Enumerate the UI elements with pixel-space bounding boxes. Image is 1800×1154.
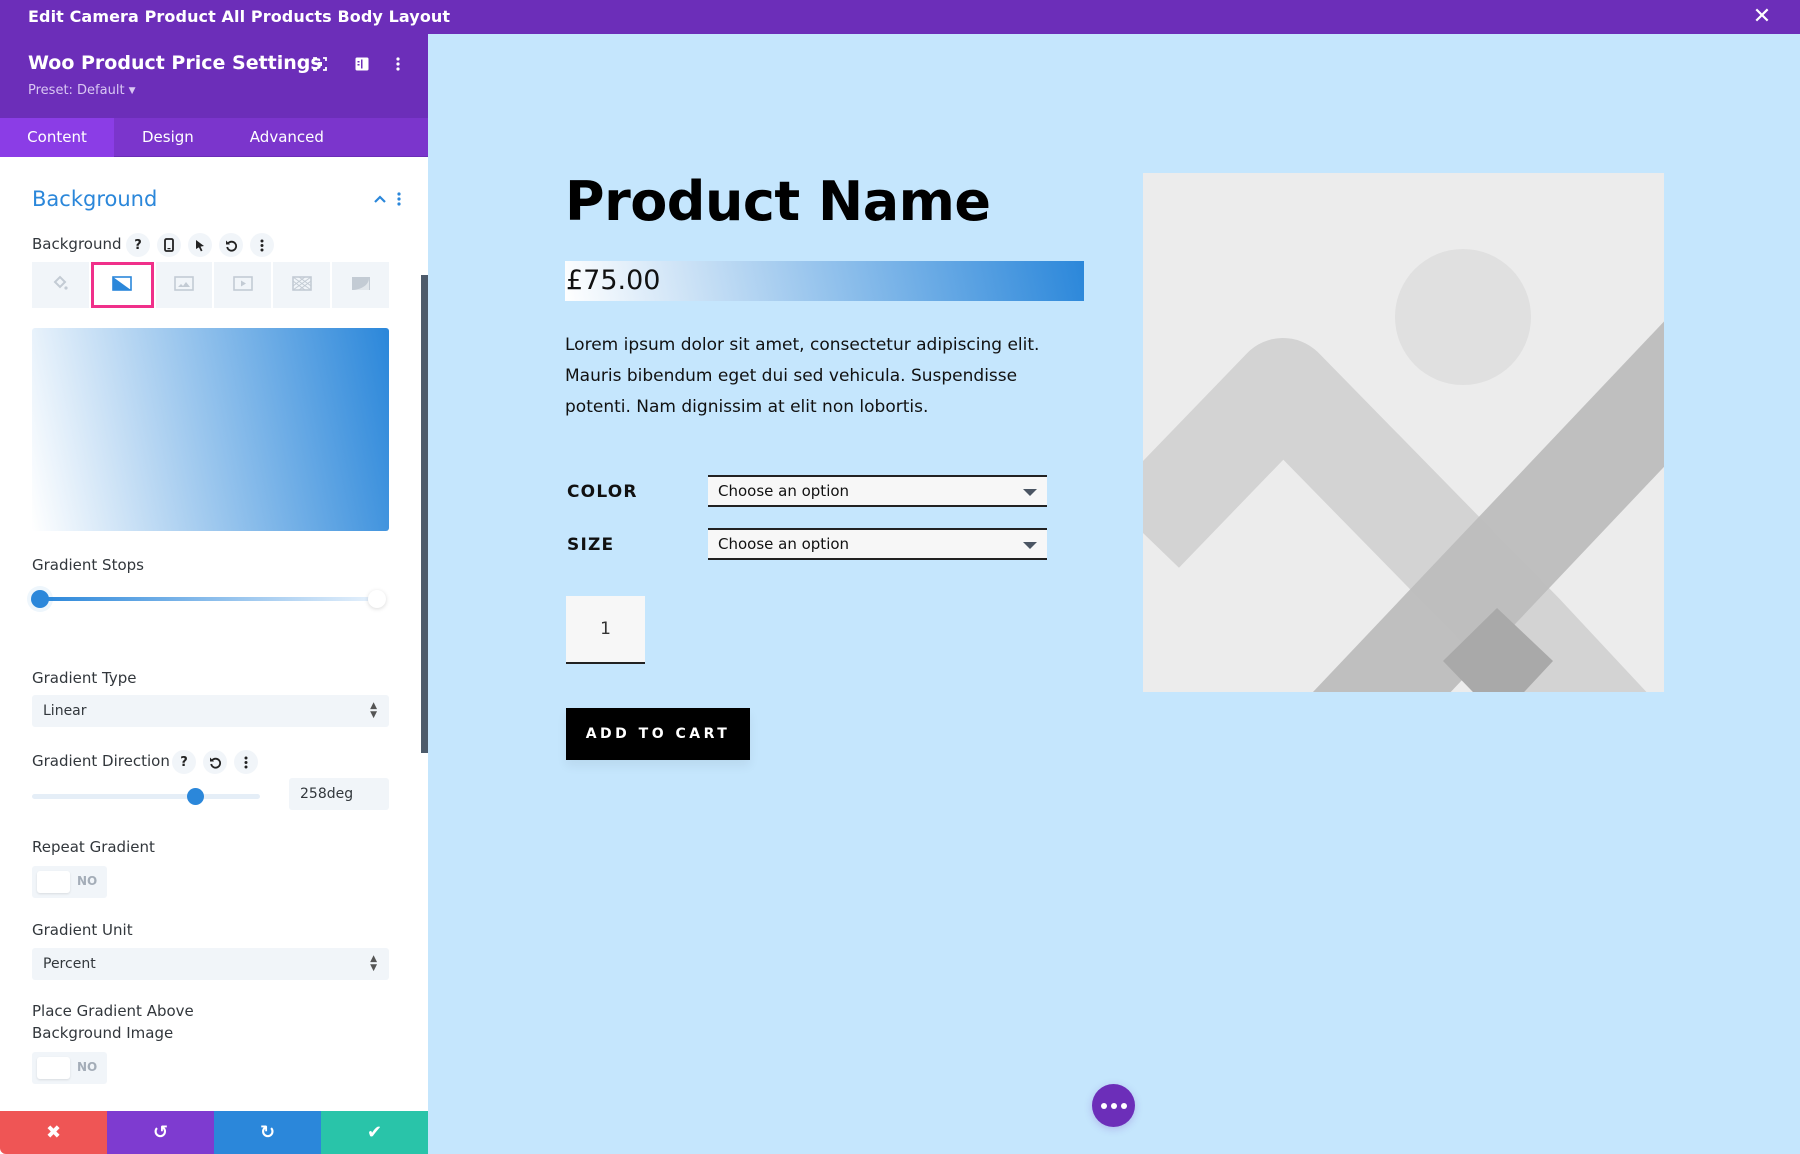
preset-dropdown[interactable]: Preset: Default ▼ [28, 83, 135, 98]
dot-icon [1110, 1102, 1117, 1109]
video-icon [233, 275, 253, 295]
gradient-stops-label: Gradient Stops [32, 556, 144, 574]
place-gradient-above-label-line2: Background Image [32, 1024, 174, 1042]
paint-bucket-icon [52, 275, 69, 295]
section-title-background[interactable]: Background [32, 187, 157, 211]
more-vertical-icon[interactable] [234, 750, 258, 774]
bg-type-gradient-tab[interactable] [90, 262, 154, 308]
color-select[interactable]: Choose an option [708, 475, 1047, 507]
toggle-state-label: NO [77, 874, 98, 888]
gradient-stop-end[interactable] [368, 590, 386, 608]
quantity-input[interactable]: 1 [566, 596, 645, 664]
pattern-icon [291, 275, 312, 295]
sidebar-layout-icon[interactable] [350, 52, 374, 76]
panel-scrollbar[interactable] [421, 275, 428, 753]
size-select[interactable]: Choose an option [708, 528, 1047, 560]
bg-type-image-tab[interactable] [155, 262, 213, 308]
gradient-icon [112, 275, 133, 295]
undo-icon: ↺ [152, 1122, 169, 1143]
place-gradient-above-label-line1: Place Gradient Above [32, 1002, 194, 1020]
dot-icon [1100, 1102, 1107, 1109]
gradient-preview [32, 328, 389, 531]
toggle-knob [37, 871, 70, 893]
gradient-direction-slider[interactable] [32, 794, 260, 799]
bg-type-mask-tab[interactable] [332, 262, 389, 308]
toggle-knob [37, 1057, 70, 1079]
background-field-label: Background [32, 235, 122, 253]
color-select-value: Choose an option [718, 482, 850, 500]
save-button[interactable]: ✔ [321, 1111, 428, 1154]
settings-panel: Woo Product Price Settings Preset: Defau… [0, 34, 428, 1154]
chevron-up-icon[interactable] [372, 192, 388, 208]
close-icon: ✖ [45, 1122, 62, 1143]
redo-icon: ↻ [259, 1122, 276, 1143]
product-price[interactable]: £75.00 [565, 261, 1084, 301]
gradient-unit-value: Percent [43, 956, 96, 972]
place-gradient-above-toggle[interactable]: NO [32, 1052, 107, 1084]
toggle-state-label: NO [77, 1060, 98, 1074]
window-title: Edit Camera Product All Products Body La… [28, 7, 451, 26]
gradient-type-label: Gradient Type [32, 669, 137, 687]
dropdown-arrow-icon [1023, 489, 1037, 496]
reset-icon[interactable] [203, 750, 227, 774]
preset-label: Preset: Default [28, 83, 125, 98]
check-icon: ✔ [366, 1122, 383, 1143]
more-vertical-icon[interactable] [250, 233, 274, 257]
size-select-value: Choose an option [718, 535, 850, 553]
gradient-type-select[interactable]: Linear ▲ ▼ [32, 695, 389, 727]
variation-label-color: COLOR [567, 482, 638, 502]
tab-design[interactable]: Design [114, 118, 222, 157]
panel-header: Woo Product Price Settings Preset: Defau… [0, 34, 428, 118]
page-settings-fab[interactable] [1092, 1084, 1135, 1127]
panel-title: Woo Product Price Settings [28, 52, 322, 74]
more-vertical-icon[interactable] [386, 52, 410, 76]
tab-content[interactable]: Content [0, 118, 114, 157]
gradient-direction-label: Gradient Direction [32, 752, 170, 770]
undo-button[interactable]: ↺ [107, 1111, 214, 1154]
bg-type-pattern-tab[interactable] [273, 262, 331, 308]
add-to-cart-button[interactable]: ADD TO CART [566, 708, 750, 760]
builder-title-bar: Edit Camera Product All Products Body La… [0, 0, 1800, 34]
image-icon [174, 275, 194, 295]
repeat-gradient-label: Repeat Gradient [32, 838, 155, 856]
hover-cursor-icon[interactable] [188, 233, 212, 257]
help-icon[interactable]: ? [172, 750, 196, 774]
more-vertical-icon[interactable] [397, 191, 409, 209]
gradient-stop-start[interactable] [31, 590, 49, 608]
background-type-tabs [32, 262, 389, 308]
mask-icon [351, 276, 371, 295]
gradient-unit-select[interactable]: Percent ▲ ▼ [32, 948, 389, 980]
dot-icon [1120, 1102, 1127, 1109]
repeat-gradient-toggle[interactable]: NO [32, 866, 107, 898]
product-title: Product Name [565, 170, 991, 233]
redo-button[interactable]: ↻ [214, 1111, 321, 1154]
placeholder-image-icon [1143, 173, 1664, 692]
gradient-stops-track[interactable] [42, 597, 378, 601]
caret-down-icon: ▼ [128, 86, 136, 96]
bg-type-color-tab[interactable] [32, 262, 89, 308]
focus-icon[interactable] [308, 52, 332, 76]
select-arrows-icon: ▲ ▼ [370, 701, 377, 720]
gradient-type-value: Linear [43, 703, 87, 719]
select-arrows-icon: ▲ ▼ [370, 954, 377, 973]
dropdown-arrow-icon [1023, 542, 1037, 549]
panel-footer: ✖ ↺ ↻ ✔ [0, 1111, 428, 1154]
reset-icon[interactable] [219, 233, 243, 257]
variation-label-size: SIZE [567, 535, 615, 555]
bg-type-video-tab[interactable] [214, 262, 272, 308]
cancel-button[interactable]: ✖ [0, 1111, 107, 1154]
close-icon[interactable]: ✕ [1750, 5, 1774, 29]
product-description: Lorem ipsum dolor sit amet, consectetur … [565, 335, 1040, 417]
help-icon[interactable]: ? [126, 233, 150, 257]
responsive-phone-icon[interactable] [157, 233, 181, 257]
gradient-direction-input[interactable]: 258deg [289, 778, 389, 810]
gradient-direction-slider-handle[interactable] [186, 788, 204, 805]
settings-tabs: Content Design Advanced [0, 118, 428, 157]
gradient-unit-label: Gradient Unit [32, 921, 133, 939]
tab-advanced[interactable]: Advanced [222, 118, 352, 157]
